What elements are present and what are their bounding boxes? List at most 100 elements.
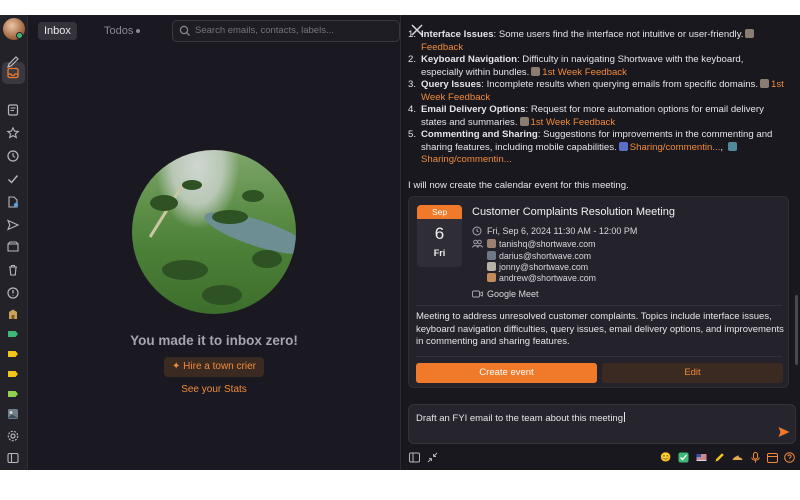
help-icon[interactable] — [784, 452, 795, 463]
microphone-icon[interactable] — [750, 452, 761, 463]
building-icon[interactable] — [6, 307, 20, 321]
app-window: Inbox Todos Search emails, contacts, lab… — [0, 15, 800, 470]
event-description: Meeting to address unresolved customer c… — [416, 311, 784, 348]
trash-icon[interactable] — [6, 263, 20, 277]
list-item-title: Interface Issues — [421, 29, 494, 40]
send-icon[interactable] — [777, 425, 791, 439]
assistant-panel: 1. Interface Issues: Some users find the … — [400, 15, 800, 470]
shoe-icon[interactable] — [732, 452, 743, 463]
label-icon-green-2[interactable] — [6, 387, 20, 401]
guest-avatar — [487, 251, 496, 260]
online-status-dot — [16, 32, 23, 39]
event-datetime: Fri, Sep 6, 2024 11:30 AM - 12:00 PM — [487, 226, 638, 236]
sidebar-icon[interactable] — [6, 451, 20, 465]
guest-email: tanishq@shortwave.com — [499, 239, 596, 249]
see-stats-link[interactable]: See your Stats — [28, 384, 400, 395]
send-icon[interactable] — [6, 218, 20, 232]
checkbox-icon[interactable] — [678, 452, 689, 463]
scrollbar[interactable] — [795, 295, 798, 365]
email-ref-icon — [760, 79, 770, 88]
calendar-event-card: Sep 6 Fri Customer Complaints Resolution… — [408, 196, 789, 388]
hero-tree — [162, 260, 208, 280]
list-item: 1. Interface Issues: Some users find the … — [408, 29, 788, 54]
email-ref-icon — [727, 141, 737, 151]
tab-todos[interactable]: Todos — [98, 22, 146, 40]
create-event-button[interactable]: Create event — [416, 363, 597, 383]
notes-icon[interactable] — [6, 103, 20, 117]
alert-icon[interactable] — [6, 286, 20, 300]
guest-email: andrew@shortwave.com — [499, 273, 596, 283]
hero-tree — [242, 190, 264, 202]
hero-tree — [202, 285, 242, 305]
tab-todos-label: Todos — [104, 25, 134, 37]
clock-icon — [472, 226, 482, 236]
list-item: 4. Email Delivery Options: Request for mo… — [408, 104, 788, 129]
hero-tree — [252, 250, 282, 268]
guest-item: darius@shortwave.com — [487, 251, 591, 261]
guest-avatar — [487, 262, 496, 271]
check-icon[interactable] — [6, 172, 20, 186]
emoji-smile-icon[interactable]: 😊 — [660, 452, 671, 463]
calendar-icon[interactable] — [767, 452, 778, 463]
panel-layout-icon[interactable] — [409, 452, 420, 463]
event-location: Google Meet — [487, 289, 539, 299]
guest-avatar — [487, 239, 496, 248]
clock-icon[interactable] — [6, 149, 20, 163]
guest-email: jonny@shortwave.com — [499, 262, 589, 272]
list-item-title: Commenting and Sharing — [421, 129, 538, 140]
hero-path — [148, 185, 184, 238]
guests-icon — [472, 239, 483, 248]
collapse-icon[interactable] — [427, 452, 438, 463]
email-ref-link[interactable]: Feedback — [421, 42, 463, 53]
hero-tree — [182, 180, 202, 190]
inbox-icon[interactable] — [6, 66, 20, 80]
prompt-input-text: Draft an FYI email to the team about thi… — [416, 412, 625, 424]
left-rail — [0, 15, 28, 470]
email-ref-icon — [531, 66, 541, 76]
calendar-month: Sep — [417, 205, 462, 219]
list-item-text: : Incomplete results when querying email… — [481, 79, 759, 90]
card-divider — [416, 305, 782, 306]
email-ref-link[interactable]: 1st Week Feedback — [531, 117, 616, 128]
guest-email: darius@shortwave.com — [499, 251, 592, 261]
label-icon-yellow[interactable] — [6, 347, 20, 361]
edit-event-button[interactable]: Edit — [602, 363, 783, 383]
list-item-number: 3. — [408, 79, 417, 90]
tab-inbox[interactable]: Inbox — [38, 22, 77, 40]
list-item: 5. Commenting and Sharing: Suggestions fo… — [408, 129, 773, 165]
list-item: 3. Query Issues: Incomplete results when … — [408, 79, 788, 104]
email-ref-link[interactable]: Sharing/commentin... — [421, 154, 512, 165]
label-icon-yellow-2[interactable] — [6, 367, 20, 381]
hero-tree — [150, 195, 178, 211]
event-title: Customer Complaints Resolution Meeting — [472, 206, 675, 218]
hire-town-crier-button[interactable]: ✦ Hire a town crier — [164, 357, 264, 377]
search-input[interactable]: Search emails, contacts, labels... — [172, 20, 400, 42]
email-ref-icon — [519, 116, 529, 126]
list-item-title: Query Issues — [421, 79, 482, 90]
guest-avatar — [487, 273, 496, 282]
inbox-zero-title: You made it to inbox zero! — [130, 333, 298, 348]
list-item: 2. Keyboard Navigation: Difficulty in nav… — [408, 54, 788, 79]
list-item-number: 4. — [408, 104, 417, 115]
inbox-zero-landscape-image — [132, 150, 296, 314]
guest-item: tanishq@shortwave.com — [487, 239, 595, 249]
files-icon[interactable] — [6, 195, 20, 209]
event-location-row: Google Meet — [472, 289, 539, 299]
prompt-input[interactable]: Draft an FYI email to the team about thi… — [408, 404, 796, 444]
snooze-icon[interactable] — [6, 240, 20, 254]
list-item-text: : Some users find the interface not intu… — [493, 29, 744, 40]
flag-icon[interactable] — [696, 452, 707, 463]
email-ref-link[interactable]: Sharing/commentin... — [630, 142, 721, 153]
pencil-icon[interactable] — [714, 452, 725, 463]
image-icon[interactable] — [6, 407, 20, 421]
event-datetime-row: Fri, Sep 6, 2024 11:30 AM - 12:00 PM — [472, 226, 637, 236]
hire-town-crier-label: Hire a town crier — [183, 361, 256, 372]
settings-icon[interactable] — [6, 429, 20, 443]
star-icon[interactable] — [6, 126, 20, 140]
label-icon-green[interactable] — [6, 327, 20, 341]
assistant-message: I will now create the calendar event for… — [408, 180, 629, 191]
email-ref-link[interactable]: 1st Week Feedback — [542, 67, 627, 78]
card-divider — [416, 356, 782, 357]
email-ref-icon — [618, 141, 628, 151]
sparkle-icon: ✦ — [172, 361, 181, 372]
